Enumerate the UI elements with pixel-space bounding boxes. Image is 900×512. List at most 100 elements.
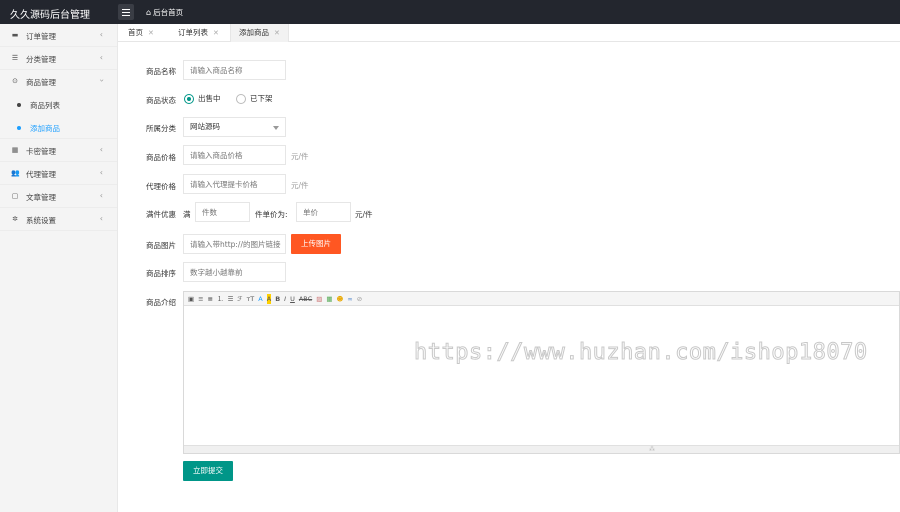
sidebar-item-label: 商品管理 (26, 78, 56, 87)
italic-icon[interactable]: I (284, 294, 286, 304)
chevron-left-icon: ‹ (99, 53, 103, 62)
editor-resize-bar[interactable]: ⁂ (184, 445, 899, 453)
category-select[interactable]: 网站源码 (183, 117, 286, 137)
radio-unchecked-icon (236, 93, 246, 104)
settings-icon: ✲ (12, 215, 18, 223)
home-link-label: 后台首页 (153, 8, 184, 17)
rich-text-editor: ▣ ≡ ≣ ⒈ ☰ ℱ тT A A B I U ABC ▨ ▦ ☻ ∞ ⊘ ⁂ (183, 291, 900, 454)
sidebar-item-label: 订单管理 (26, 32, 56, 41)
editor-content-area[interactable] (184, 306, 899, 445)
app-title: 久久源码后台管理 (10, 10, 90, 21)
bulk-unit: 元/件 (355, 210, 373, 219)
sidebar-item-label: 分类管理 (26, 55, 56, 64)
tab-label: 添加商品 (239, 28, 269, 37)
tab-order-list[interactable]: 订单列表 ✕ (178, 24, 219, 42)
gift-icon: ⊙ (12, 77, 18, 85)
emoticon-icon[interactable]: ☻ (337, 294, 344, 304)
bulk-quantity-input[interactable] (195, 202, 250, 222)
agent-price-label: 代理价格 (146, 182, 176, 191)
highlight-icon[interactable]: A (266, 293, 272, 304)
image-url-input[interactable] (183, 234, 286, 254)
product-name-input[interactable] (183, 60, 286, 80)
sidebar-item-categories[interactable]: ☰ 分类管理 ‹ (0, 47, 117, 70)
chevron-left-icon: ‹ (99, 168, 103, 177)
sidebar-item-agents[interactable]: 👥 代理管理 ‹ (0, 162, 117, 185)
submit-button[interactable]: 立即提交 (183, 461, 233, 481)
chevron-down-icon: ‹ (96, 78, 106, 83)
sidebar-item-cards[interactable]: ▦ 卡密管理 ‹ (0, 139, 117, 162)
credit-card-icon: ▬ (11, 31, 19, 39)
category-value: 网站源码 (190, 122, 220, 131)
sidebar-subitem-label: 添加商品 (30, 124, 60, 133)
chevron-left-icon: ‹ (99, 30, 103, 39)
close-icon[interactable]: ✕ (213, 29, 219, 37)
chevron-left-icon: ‹ (99, 145, 103, 154)
price-input[interactable] (183, 145, 286, 165)
chevron-down-icon (273, 126, 279, 130)
grid-icon: ▦ (11, 146, 19, 154)
tab-home[interactable]: 首页 ✕ (128, 24, 154, 42)
sidebar-subitem-product-list[interactable]: 商品列表 (0, 93, 117, 116)
radio-label: 已下架 (250, 94, 273, 103)
sidebar: ▬ 订单管理 ‹ ☰ 分类管理 ‹ ⊙ 商品管理 ‹ 商品列表 添加商品 ▦ 卡… (0, 24, 118, 512)
upload-image-button[interactable]: 上传图片 (291, 234, 341, 254)
sort-label: 商品排序 (146, 269, 176, 278)
source-icon[interactable]: ▣ (188, 294, 194, 304)
home-icon: ⌂ (146, 8, 152, 17)
sidebar-item-label: 文章管理 (26, 193, 56, 202)
sidebar-item-orders[interactable]: ▬ 订单管理 ‹ (0, 24, 117, 47)
intro-label: 商品介绍 (146, 298, 176, 307)
sidebar-item-articles[interactable]: ▢ 文章管理 ‹ (0, 185, 117, 208)
editor-toolbar: ▣ ≡ ≣ ⒈ ☰ ℱ тT A A B I U ABC ▨ ▦ ☻ ∞ ⊘ (184, 292, 899, 306)
list-icon: ☰ (11, 54, 19, 62)
underline-icon[interactable]: U (290, 294, 295, 304)
status-radio-off-shelf[interactable]: 已下架 (236, 93, 273, 104)
font-family-icon[interactable]: ℱ (237, 294, 242, 304)
sidebar-subitem-add-product[interactable]: 添加商品 (0, 116, 117, 139)
sidebar-item-label: 代理管理 (26, 170, 56, 179)
sidebar-subitem-label: 商品列表 (30, 101, 60, 110)
font-size-icon[interactable]: тT (247, 294, 255, 304)
radio-label: 出售中 (198, 94, 221, 103)
bulk-mid-text: 件单价为: (255, 210, 288, 219)
bold-icon[interactable]: B (275, 294, 280, 304)
price-unit: 元/件 (291, 152, 309, 161)
watermark-text: https://www.huzhan.com/ishop18070 (414, 340, 868, 366)
font-color-icon[interactable]: A (258, 294, 262, 304)
close-icon[interactable]: ✕ (274, 29, 280, 37)
align-left-icon[interactable]: ≡ (198, 294, 203, 304)
sort-input[interactable] (183, 262, 286, 282)
bullet-icon (17, 103, 21, 107)
top-bar: 久久源码后台管理 ⌂ 后台首页 (0, 0, 900, 24)
category-label: 所属分类 (146, 124, 176, 133)
sidebar-item-products[interactable]: ⊙ 商品管理 ‹ (0, 70, 117, 93)
image-icon[interactable]: ▨ (316, 294, 322, 304)
align-center-icon[interactable]: ≣ (208, 294, 213, 304)
bullet-icon (17, 126, 21, 130)
document-icon: ▢ (11, 192, 19, 200)
tab-label: 首页 (128, 28, 143, 37)
close-icon[interactable]: ✕ (148, 29, 154, 37)
unordered-list-icon[interactable]: ☰ (228, 294, 234, 304)
sidebar-item-label: 卡密管理 (26, 147, 56, 156)
strikethrough-icon[interactable]: ABC (299, 294, 312, 304)
agent-price-input[interactable] (183, 174, 286, 194)
status-label: 商品状态 (146, 96, 176, 105)
bulk-prefix: 满 (183, 210, 191, 219)
ordered-list-icon[interactable]: ⒈ (217, 294, 224, 304)
menu-toggle-button[interactable] (118, 4, 134, 20)
link-icon[interactable]: ∞ (347, 294, 352, 304)
table-icon[interactable]: ▦ (326, 294, 332, 304)
tab-bar: 首页 ✕ 订单列表 ✕ 添加商品 ✕ (118, 24, 900, 42)
bulk-price-input[interactable] (296, 202, 351, 222)
chevron-left-icon: ‹ (99, 214, 103, 223)
unlink-icon[interactable]: ⊘ (357, 294, 362, 304)
tab-add-product[interactable]: 添加商品 ✕ (230, 24, 289, 42)
home-link[interactable]: ⌂ 后台首页 (146, 7, 183, 18)
name-label: 商品名称 (146, 67, 176, 76)
resize-grip-icon[interactable]: ⁂ (649, 446, 655, 453)
price-label: 商品价格 (146, 153, 176, 162)
chevron-left-icon: ‹ (99, 191, 103, 200)
sidebar-item-settings[interactable]: ✲ 系统设置 ‹ (0, 208, 117, 231)
status-radio-on-sale[interactable]: 出售中 (184, 93, 221, 104)
